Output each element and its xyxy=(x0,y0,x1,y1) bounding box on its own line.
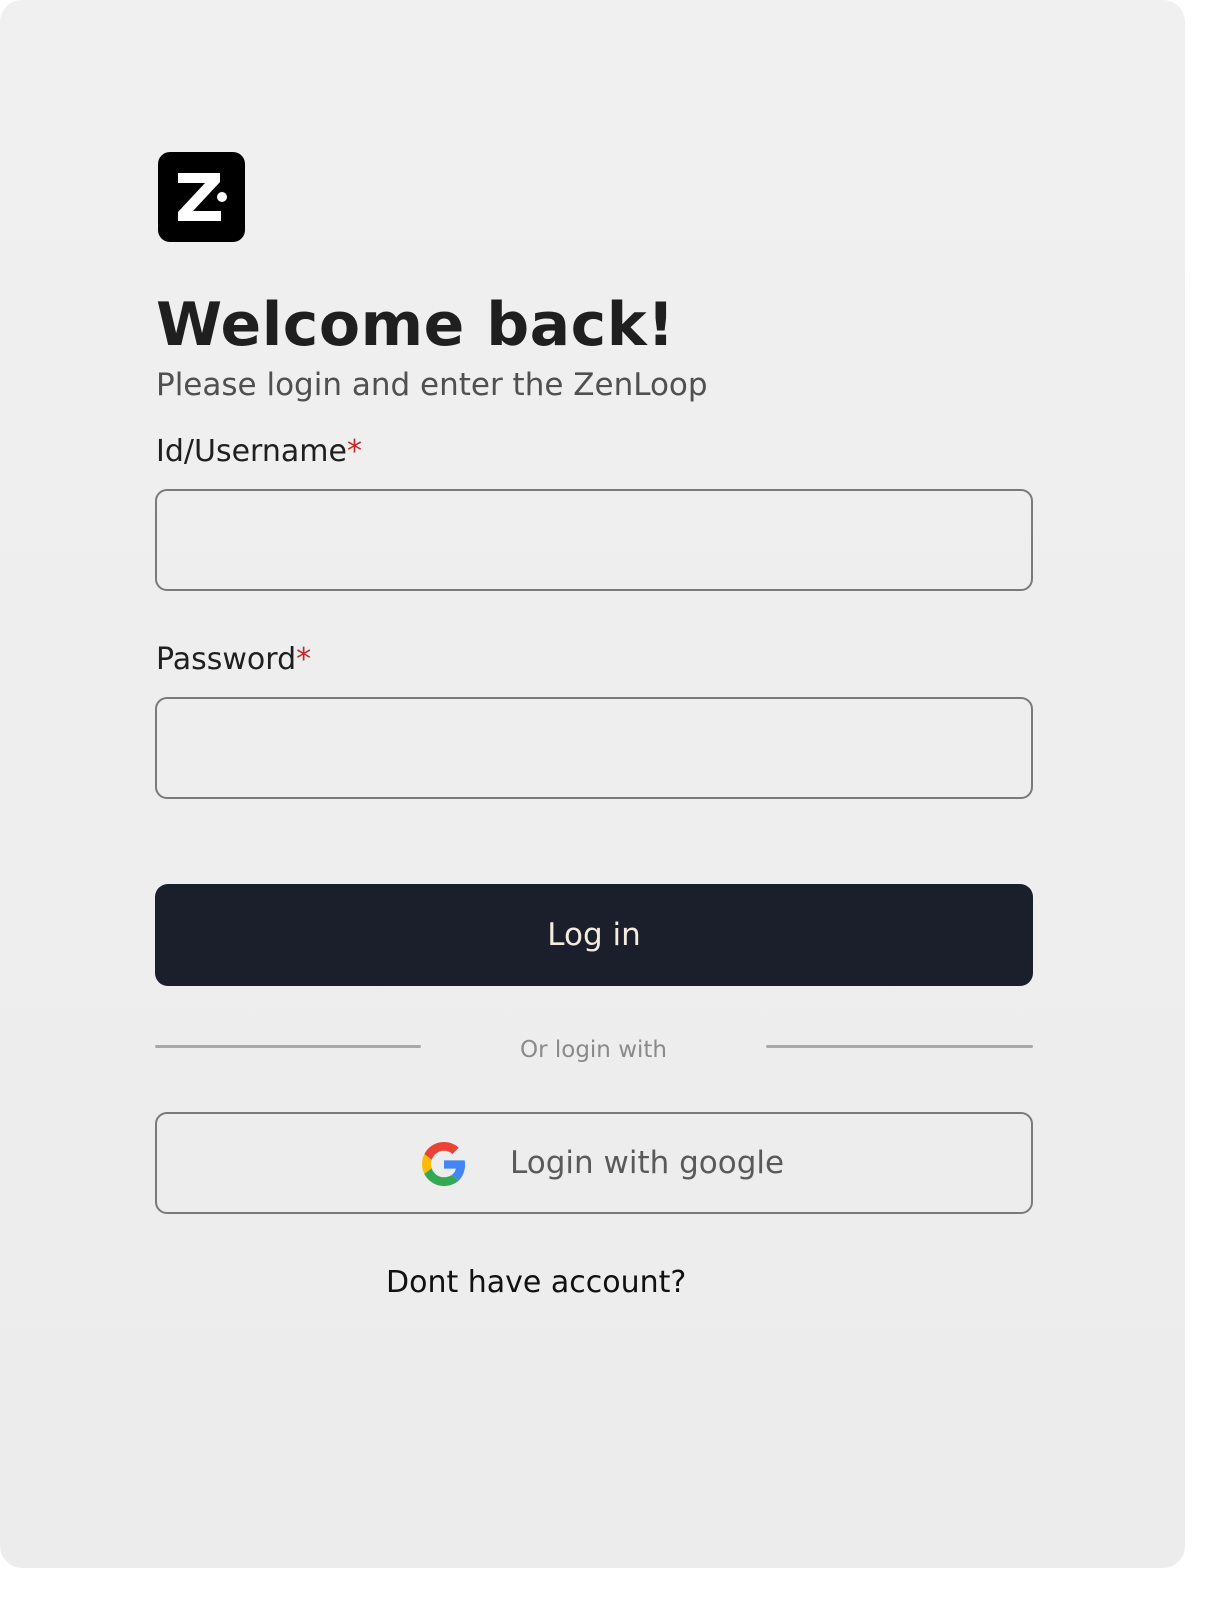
required-marker: * xyxy=(346,434,362,469)
divider-line-left xyxy=(155,1045,421,1048)
username-label-text: Id/Username xyxy=(156,434,347,469)
page-title: Welcome back! xyxy=(156,290,675,360)
google-login-button[interactable]: Login with google xyxy=(155,1112,1033,1214)
google-login-label: Login with google xyxy=(510,1145,785,1181)
username-input[interactable] xyxy=(155,489,1033,591)
password-input[interactable] xyxy=(155,697,1033,799)
password-label-text: Password xyxy=(156,642,297,677)
divider-line-right xyxy=(766,1045,1033,1048)
login-card: Welcome back! Please login and enter the… xyxy=(0,0,1185,1568)
divider-text: Or login with xyxy=(519,1037,667,1063)
google-icon xyxy=(422,1142,466,1186)
login-button[interactable]: Log in xyxy=(155,884,1033,986)
username-label: Id/Username* xyxy=(156,433,362,471)
signup-link[interactable]: Dont have account? xyxy=(386,1264,686,1302)
zenloop-logo-icon xyxy=(158,152,245,242)
required-marker: * xyxy=(296,642,312,677)
password-label: Password* xyxy=(156,641,311,679)
page-subtitle: Please login and enter the ZenLoop xyxy=(156,367,708,403)
